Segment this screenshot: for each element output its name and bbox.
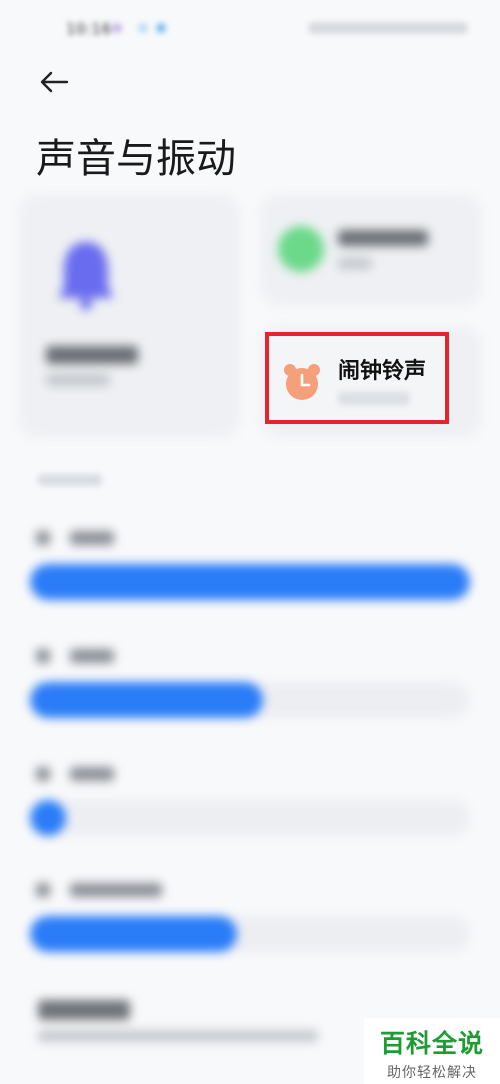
slider-label-text (70, 531, 114, 545)
slider-label (36, 646, 114, 666)
slider-label-text (70, 767, 114, 781)
status-icon (112, 23, 122, 33)
volume-slider[interactable] (30, 800, 470, 836)
speaker-icon (36, 531, 50, 545)
volume-slider[interactable] (30, 682, 470, 718)
slider-label-text (70, 883, 162, 897)
volume-slider-fill (30, 916, 237, 952)
back-button[interactable] (32, 62, 76, 102)
settings-row-title (38, 1000, 130, 1020)
call-ringtone-value (338, 258, 372, 269)
phone-icon (278, 226, 324, 272)
volume-slider-fill (30, 564, 470, 600)
watermark-subtitle: 助你轻松解决 (387, 1065, 477, 1081)
volume-section-label (38, 474, 102, 486)
speaker-icon (36, 767, 50, 781)
highlight-box (265, 332, 449, 424)
speaker-icon (36, 649, 50, 663)
call-ringtone-card[interactable] (260, 194, 482, 306)
slider-label (36, 880, 162, 900)
volume-slider[interactable] (30, 564, 470, 600)
volume-slider[interactable] (30, 916, 470, 952)
volume-slider-fill (30, 682, 263, 718)
watermark: 百科全说 助你轻松解决 (364, 1018, 500, 1084)
status-time: 10:16 (66, 20, 112, 38)
status-icon (156, 23, 166, 33)
bell-icon (58, 242, 114, 310)
watermark-title: 百科全说 (379, 1029, 484, 1058)
notification-sound-card[interactable] (18, 194, 240, 438)
settings-row-subtitle (38, 1030, 318, 1042)
status-bar: 10:16 (0, 0, 500, 58)
status-icon (138, 23, 148, 33)
status-indicators (308, 22, 468, 34)
notification-sound-label (46, 346, 138, 364)
speaker-icon (36, 883, 50, 897)
slider-label-text (70, 649, 114, 663)
slider-label (36, 764, 114, 784)
arrow-left-icon (40, 71, 69, 93)
page-title: 声音与振动 (36, 136, 236, 182)
notification-sound-value (46, 374, 110, 386)
volume-slider-fill (30, 800, 66, 836)
slider-label (36, 528, 114, 548)
sound-settings-screen: 10:16 声音与振动 闹钟铃声 百科全说 助你轻松解决 (0, 0, 500, 1084)
call-ringtone-label (338, 230, 428, 246)
